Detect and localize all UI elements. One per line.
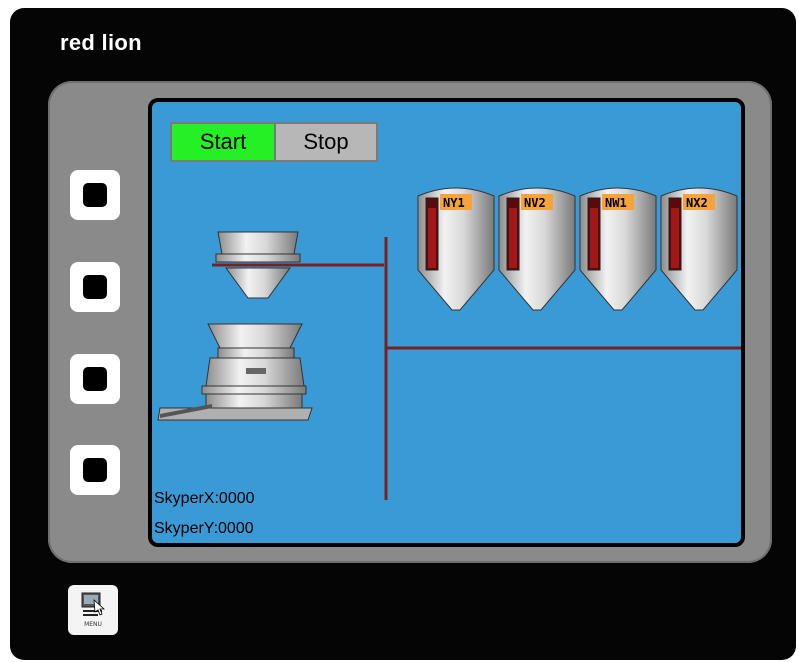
skyper-y-readout: SkyperY:0000 [154, 520, 254, 537]
menu-button[interactable]: MENU [68, 585, 118, 635]
hmi-screen: Start Stop NY1 NV2 NW1 NX2 SkyperX:0000 … [148, 98, 745, 547]
softkey-1[interactable] [70, 170, 120, 220]
menu-label: MENU [84, 621, 102, 628]
silo-2-label: NV2 [524, 196, 546, 210]
silo-4-label: NX2 [686, 196, 708, 210]
softkey-3-indicator [83, 367, 107, 391]
silo-2-level [509, 208, 517, 268]
silo-3: NW1 [579, 187, 657, 311]
softkey-4-indicator [83, 458, 107, 482]
red-lion-logo: red lion [60, 30, 142, 56]
menu-icon [81, 592, 106, 616]
mixer-machine [157, 323, 313, 421]
silo-4-level [671, 208, 679, 268]
silo-1-level [428, 208, 436, 268]
silo-3-level [590, 208, 598, 268]
logo-text: red lion [60, 30, 142, 55]
softkey-1-indicator [83, 183, 107, 207]
skyper-x-readout: SkyperX:0000 [154, 490, 255, 507]
silo-4: NX2 [660, 187, 738, 311]
process-graphic: NY1 NV2 NW1 NX2 [157, 187, 741, 500]
softkey-2[interactable] [70, 262, 120, 312]
silo-1-label: NY1 [443, 196, 465, 210]
softkey-4[interactable] [70, 445, 120, 495]
silo-1: NY1 [417, 187, 495, 311]
silo-3-label: NW1 [605, 196, 627, 210]
softkey-3[interactable] [70, 354, 120, 404]
silo-2: NV2 [498, 187, 576, 311]
softkey-2-indicator [83, 275, 107, 299]
